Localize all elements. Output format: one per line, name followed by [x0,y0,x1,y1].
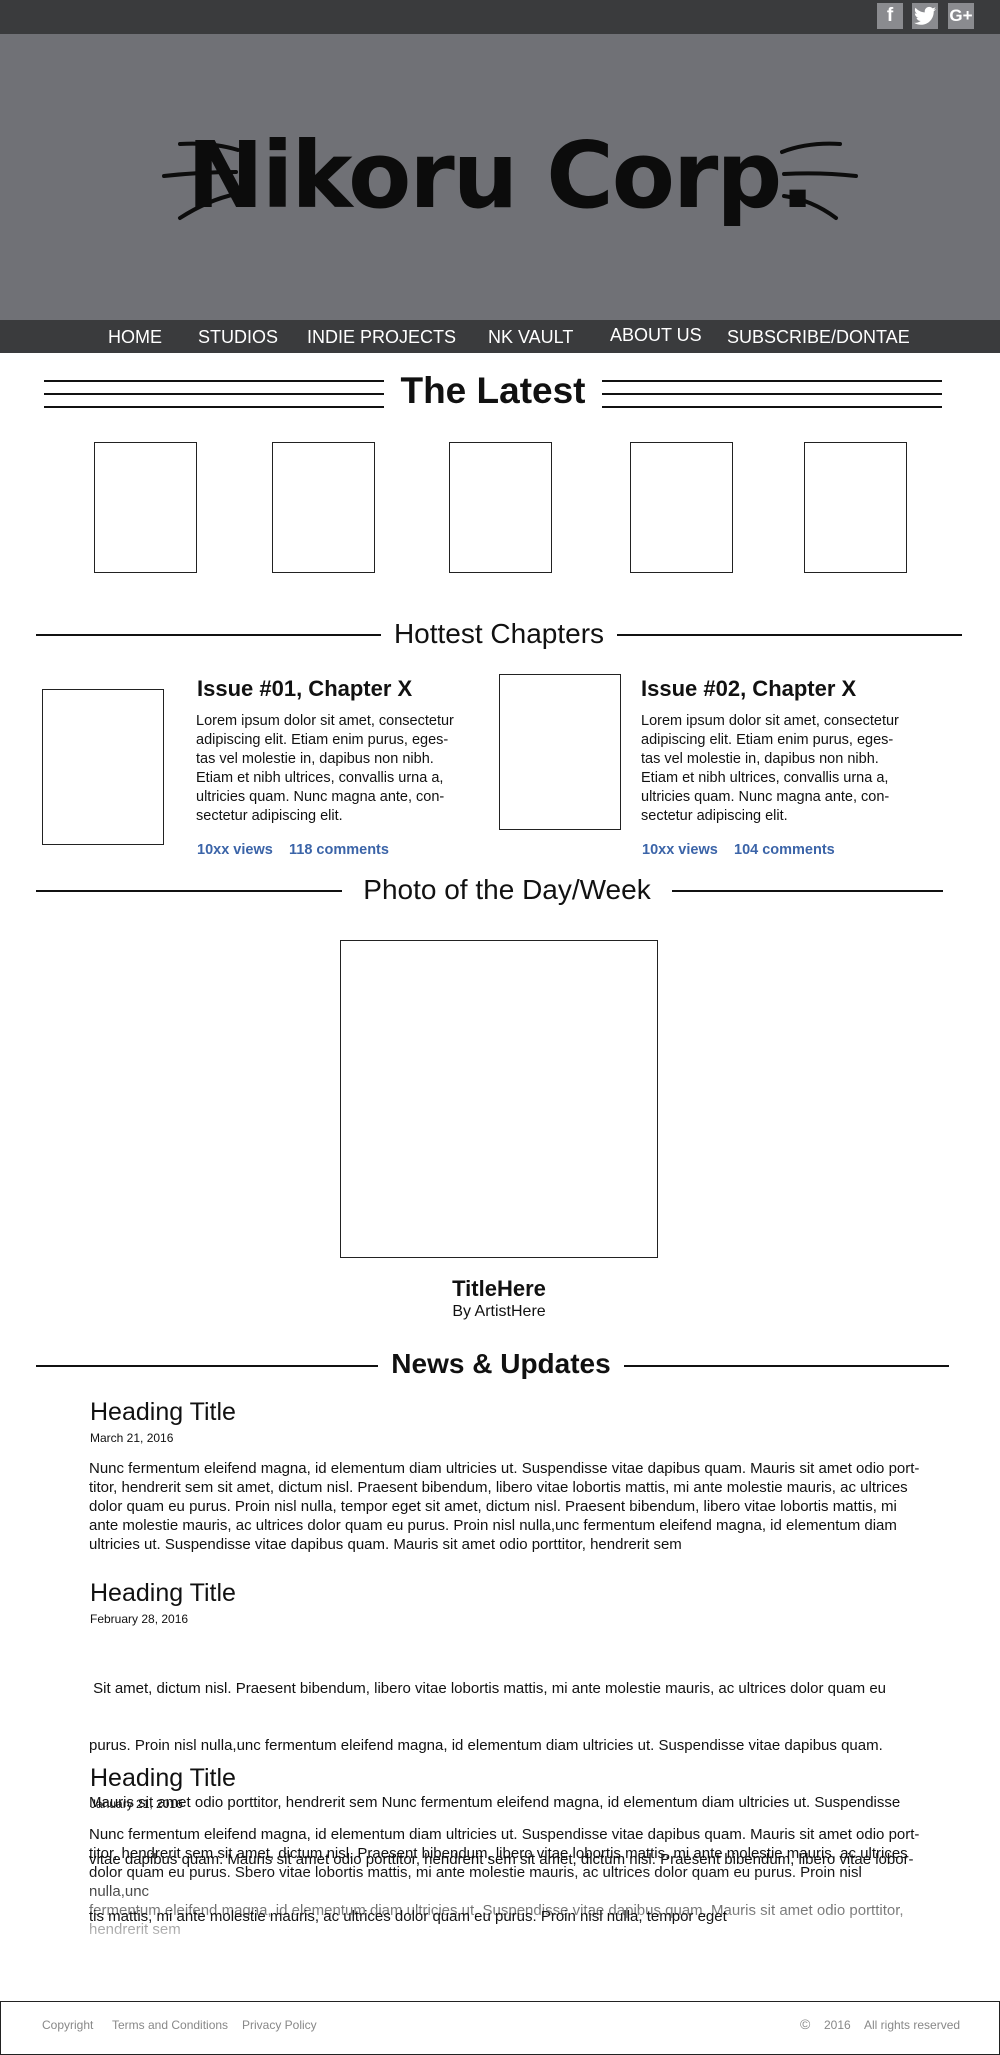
chapter-views-link[interactable]: 10xx views [642,842,718,858]
chapter-thumbnail[interactable] [499,674,621,830]
latest-thumbnail[interactable] [272,442,375,573]
news-title: News & Updates [391,1348,611,1379]
latest-thumbnail[interactable] [804,442,907,573]
chapter-comments-link[interactable]: 104 comments [734,842,835,858]
divider-line [44,406,384,408]
divider-line [617,634,962,636]
chapter-comments-link[interactable]: 118 comments [289,842,389,858]
latest-thumbnail[interactable] [449,442,552,573]
nav-home[interactable]: HOME [108,327,162,348]
divider-line [602,393,942,395]
divider-line [44,393,384,395]
nav-indie-projects[interactable]: INDIE PROJECTS [307,327,456,348]
news-date: March 21, 2016 [90,1431,174,1445]
top-bar [0,0,1000,34]
chapter-thumbnail[interactable] [42,689,164,845]
footer-year: 2016 [824,2018,851,2032]
news-date: February 28, 2016 [90,1612,189,1626]
photo-caption-title: TitleHere [452,1276,546,1301]
news-body: Nunc fermentum eleifend magna, id elemen… [89,1460,920,1553]
latest-thumbnail[interactable] [94,442,197,573]
photo-of-the-day[interactable] [340,940,658,1258]
facebook-icon[interactable]: f [877,3,903,29]
news-heading[interactable]: Heading Title [90,1764,236,1793]
chapter-title[interactable]: Issue #01, Chapter X [197,676,412,702]
nav-nk-vault[interactable]: NK VAULT [488,327,573,348]
footer-copyright-link[interactable]: Copyright [42,2018,93,2032]
nav-about-us[interactable]: ABOUT US [610,325,702,346]
latest-thumbnail[interactable] [630,442,733,573]
divider-line [672,890,943,892]
chapter-views-link[interactable]: 10xx views [197,842,273,858]
chapter-excerpt: Lorem ipsum dolor sit amet, consectetur … [641,713,899,824]
news-heading[interactable]: Heading Title [90,1579,236,1608]
whiskers-right-icon [780,141,858,220]
nav-subscribe[interactable]: SUBSCRIBE/DONTAE [727,327,910,348]
divider-line [36,890,342,892]
divider-line [602,380,942,382]
chapter-excerpt: Lorem ipsum dolor sit amet, consectetur … [196,713,454,824]
chapter-title[interactable]: Issue #02, Chapter X [641,676,856,702]
copyright-icon: © [800,2016,811,2032]
divider-line [624,1365,949,1367]
footer-rights: All rights reserved [864,2018,961,2032]
news-date: January 21, 2016 [90,1797,183,1811]
divider-line [602,406,942,408]
latest-title: The Latest [400,370,586,411]
divider-line [44,380,384,382]
twitter-icon[interactable] [912,3,938,29]
google-plus-icon[interactable]: G+ [948,3,974,29]
divider-line [36,1365,378,1367]
footer-terms-link[interactable]: Terms and Conditions [112,2018,228,2032]
news-body: Nunc fermentum eleifend magna, id elemen… [89,1826,920,1938]
nav-studios[interactable]: STUDIOS [198,327,278,348]
photo-caption-artist: By ArtistHere [452,1303,546,1320]
news-heading[interactable]: Heading Title [90,1398,236,1427]
photo-title: Photo of the Day/Week [363,874,651,905]
hottest-title: Hottest Chapters [393,618,605,649]
footer-privacy-link[interactable]: Privacy Policy [242,2018,317,2032]
divider-line [36,634,381,636]
